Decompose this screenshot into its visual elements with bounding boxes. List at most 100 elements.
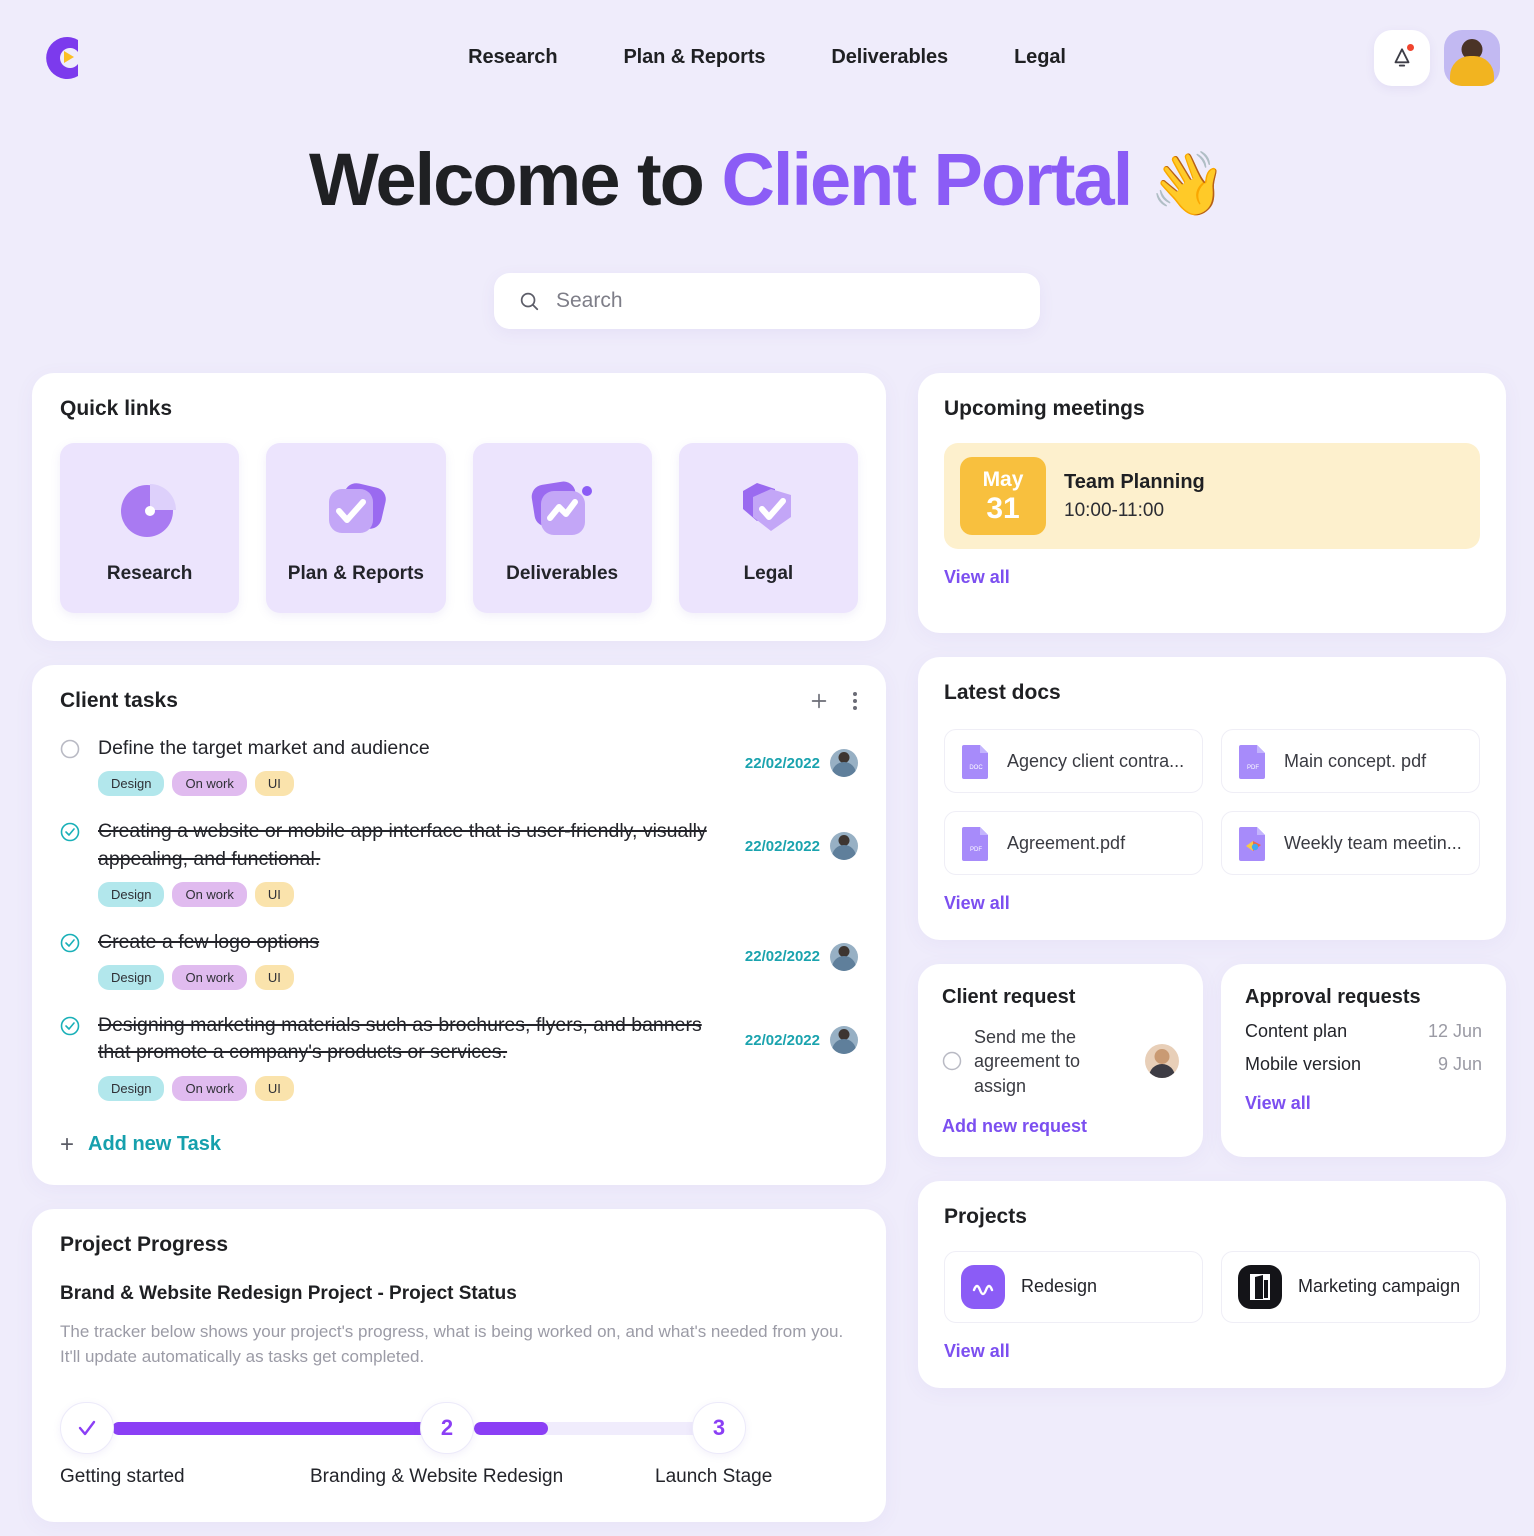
list-item[interactable]: PDF Main concept. pdf xyxy=(1221,729,1480,793)
list-item[interactable]: PDF Agreement.pdf xyxy=(944,811,1203,875)
quick-link-deliverables[interactable]: Deliverables xyxy=(472,443,652,613)
client-tasks-card: Client tasks Define the target market an… xyxy=(32,665,886,1185)
task-checkbox-checked-icon[interactable] xyxy=(60,822,80,842)
status-badge: Design xyxy=(98,881,165,907)
table-row[interactable]: Content plan 12 Jun xyxy=(1245,1021,1482,1042)
quick-link-research[interactable]: Research xyxy=(60,443,240,613)
task-text: Define the target market and audience xyxy=(98,737,430,759)
avatar xyxy=(830,1026,858,1055)
progress-step-1-label: Getting started xyxy=(60,1465,185,1487)
upcoming-meetings-card: Upcoming meetings May 31 Team Planning 1… xyxy=(918,373,1506,633)
quick-link-label: Deliverables xyxy=(506,563,619,584)
checked-cards-icon xyxy=(317,471,395,549)
task-checkbox-unchecked-icon[interactable] xyxy=(60,739,80,759)
projects-title: Projects xyxy=(944,1204,1027,1228)
task-date: 22/02/2022 xyxy=(744,754,820,772)
client-tasks-title: Client tasks xyxy=(60,689,178,712)
approval-name: Mobile version xyxy=(1245,1054,1362,1074)
dashboard-grid: Quick links Research Plan & Reports Deli… xyxy=(0,373,1534,1522)
meeting-day: 31 xyxy=(986,491,1020,525)
doc-name: Weekly team meetin... xyxy=(1284,832,1462,853)
task-text: Creating a website or mobile app interfa… xyxy=(98,820,707,870)
projects-view-all-link[interactable]: View all xyxy=(944,1341,1010,1362)
avatar xyxy=(830,832,858,861)
task-checkbox-checked-icon[interactable] xyxy=(60,933,80,953)
nav-item-deliverables[interactable]: Deliverables xyxy=(831,46,948,69)
doc-name: Main concept. pdf xyxy=(1284,750,1427,771)
list-item[interactable]: Redesign xyxy=(944,1250,1203,1323)
progress-segment-1 xyxy=(112,1421,448,1435)
svg-text:DOC: DOC xyxy=(969,765,983,771)
notifications-button[interactable] xyxy=(1374,29,1430,86)
project-progress-description: The tracker below shows your project's p… xyxy=(60,1321,844,1367)
approval-date: 12 Jun xyxy=(1427,1021,1482,1041)
main-nav: Research Plan & Reports Deliverables Leg… xyxy=(0,0,1534,115)
status-badge: Design xyxy=(98,771,165,797)
status-badge: Design xyxy=(98,1075,165,1101)
project-name: Marketing campaign xyxy=(1298,1276,1461,1297)
list-item[interactable]: Marketing campaign xyxy=(1221,1250,1480,1323)
status-badge: On work xyxy=(172,965,247,991)
presentation-file-icon xyxy=(1238,825,1268,861)
table-row[interactable]: Create a few logo options Design On work… xyxy=(60,907,858,991)
search-placeholder: Search xyxy=(556,289,623,312)
request-checkbox-unchecked-icon[interactable] xyxy=(942,1051,962,1071)
nav-item-plan-reports[interactable]: Plan & Reports xyxy=(623,46,765,69)
docs-view-all-link[interactable]: View all xyxy=(944,893,1010,914)
add-task-icon[interactable] xyxy=(808,690,830,712)
progress-step-1[interactable] xyxy=(60,1401,114,1454)
meetings-view-all-link[interactable]: View all xyxy=(944,567,1010,588)
project-progress-subtitle: Brand & Website Redesign Project - Proje… xyxy=(60,1282,517,1304)
client-request-text: Send me the agreement to assign xyxy=(974,1027,1081,1096)
task-date: 22/02/2022 xyxy=(744,837,820,855)
list-item[interactable]: Weekly team meetin... xyxy=(1221,811,1480,875)
progress-step-3-label: Launch Stage xyxy=(655,1465,773,1487)
quick-link-legal[interactable]: Legal xyxy=(678,443,858,613)
avatar xyxy=(830,942,858,971)
task-options-menu-icon[interactable] xyxy=(852,690,858,712)
table-row[interactable]: Creating a website or mobile app interfa… xyxy=(60,796,858,907)
user-avatar[interactable] xyxy=(1444,29,1500,86)
trend-chart-icon xyxy=(523,471,601,549)
list-item[interactable]: DOC Agency client contra... xyxy=(944,729,1203,793)
avatar xyxy=(1145,1044,1179,1079)
approval-requests-title: Approval requests xyxy=(1245,986,1421,1008)
task-date: 22/02/2022 xyxy=(744,948,820,966)
client-portal-logo[interactable] xyxy=(34,30,90,86)
plus-icon: + xyxy=(60,1130,75,1158)
table-row[interactable]: Define the target market and audience De… xyxy=(60,713,858,797)
quick-link-plan-reports[interactable]: Plan & Reports xyxy=(266,443,446,613)
requests-row: Client request Send me the agreement to … xyxy=(918,964,1506,1157)
wave-icon xyxy=(961,1264,1005,1309)
nav-item-legal[interactable]: Legal xyxy=(1014,46,1066,69)
client-portal-page: Research Plan & Reports Deliverables Leg… xyxy=(0,0,1534,1536)
progress-segment-2-fill xyxy=(474,1421,548,1435)
search-input[interactable]: Search xyxy=(494,273,1040,329)
meeting-time: 10:00-11:00 xyxy=(1064,499,1165,521)
page-title-prefix: Welcome to xyxy=(308,138,705,221)
status-badge: UI xyxy=(254,1075,294,1101)
task-text: Create a few logo options xyxy=(98,930,320,953)
progress-step-3[interactable]: 3 xyxy=(692,1401,746,1454)
quick-link-label: Plan & Reports xyxy=(287,563,424,584)
client-request-title: Client request xyxy=(942,986,1076,1008)
table-row[interactable]: Mobile version 9 Jun xyxy=(1245,1054,1482,1075)
table-row[interactable]: Designing marketing materials such as br… xyxy=(60,990,858,1101)
approvals-view-all-link[interactable]: View all xyxy=(1245,1093,1311,1114)
add-new-request-link[interactable]: Add new request xyxy=(942,1116,1087,1137)
task-checkbox-checked-icon[interactable] xyxy=(60,1016,80,1036)
status-badge: On work xyxy=(172,771,247,797)
projects-card: Projects Redesign Marketing campaign Vie… xyxy=(918,1180,1506,1388)
add-new-task-button[interactable]: + Add new Task xyxy=(60,1131,858,1159)
pdf-file-icon: PDF xyxy=(1238,743,1268,779)
add-new-task-label: Add new Task xyxy=(88,1133,222,1156)
building-icon xyxy=(1238,1264,1282,1309)
nav-item-research[interactable]: Research xyxy=(468,46,557,69)
meeting-item[interactable]: May 31 Team Planning 10:00-11:00 xyxy=(944,443,1480,549)
status-badge: On work xyxy=(172,881,247,907)
avatar-body xyxy=(1450,55,1494,86)
upcoming-meetings-title: Upcoming meetings xyxy=(944,397,1145,420)
progress-step-2[interactable]: 2 xyxy=(420,1401,474,1454)
notification-badge-dot xyxy=(1407,43,1414,51)
doc-file-icon: DOC xyxy=(961,743,991,779)
